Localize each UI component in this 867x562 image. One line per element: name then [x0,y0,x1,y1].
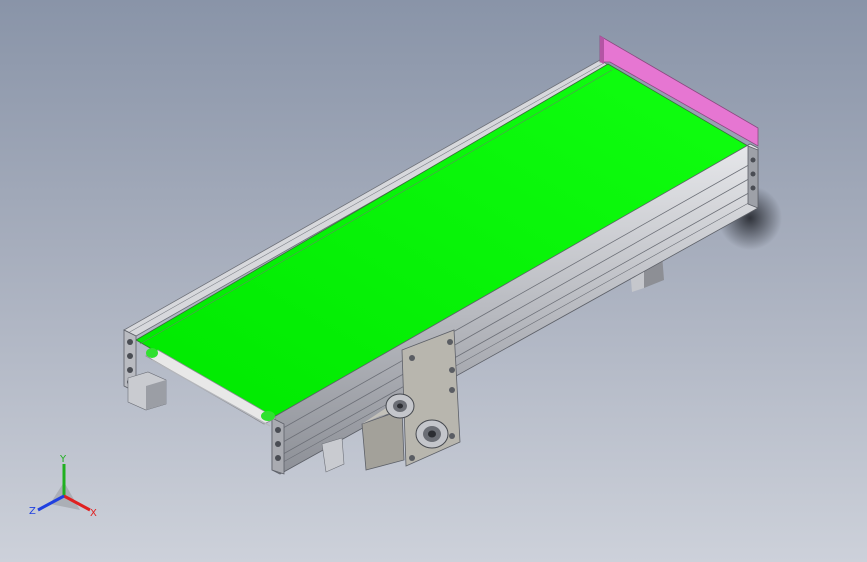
coordinate-triad[interactable]: Y X Z [29,454,97,519]
cad-viewport[interactable]: Y X Z [0,0,867,562]
frame-end-cap-far [747,145,759,209]
support-leg-front-left [127,371,167,411]
triad-y-label: Y [59,454,67,465]
drive-pulley-lower [415,419,449,449]
drive-pulley-upper [385,393,415,419]
support-leg-front-right [321,437,345,473]
triad-z-label: Z [29,506,36,517]
end-guard-edge [600,36,604,64]
triad-x-label: X [90,508,97,519]
conveyor-model-view[interactable]: Y X Z [0,0,867,562]
